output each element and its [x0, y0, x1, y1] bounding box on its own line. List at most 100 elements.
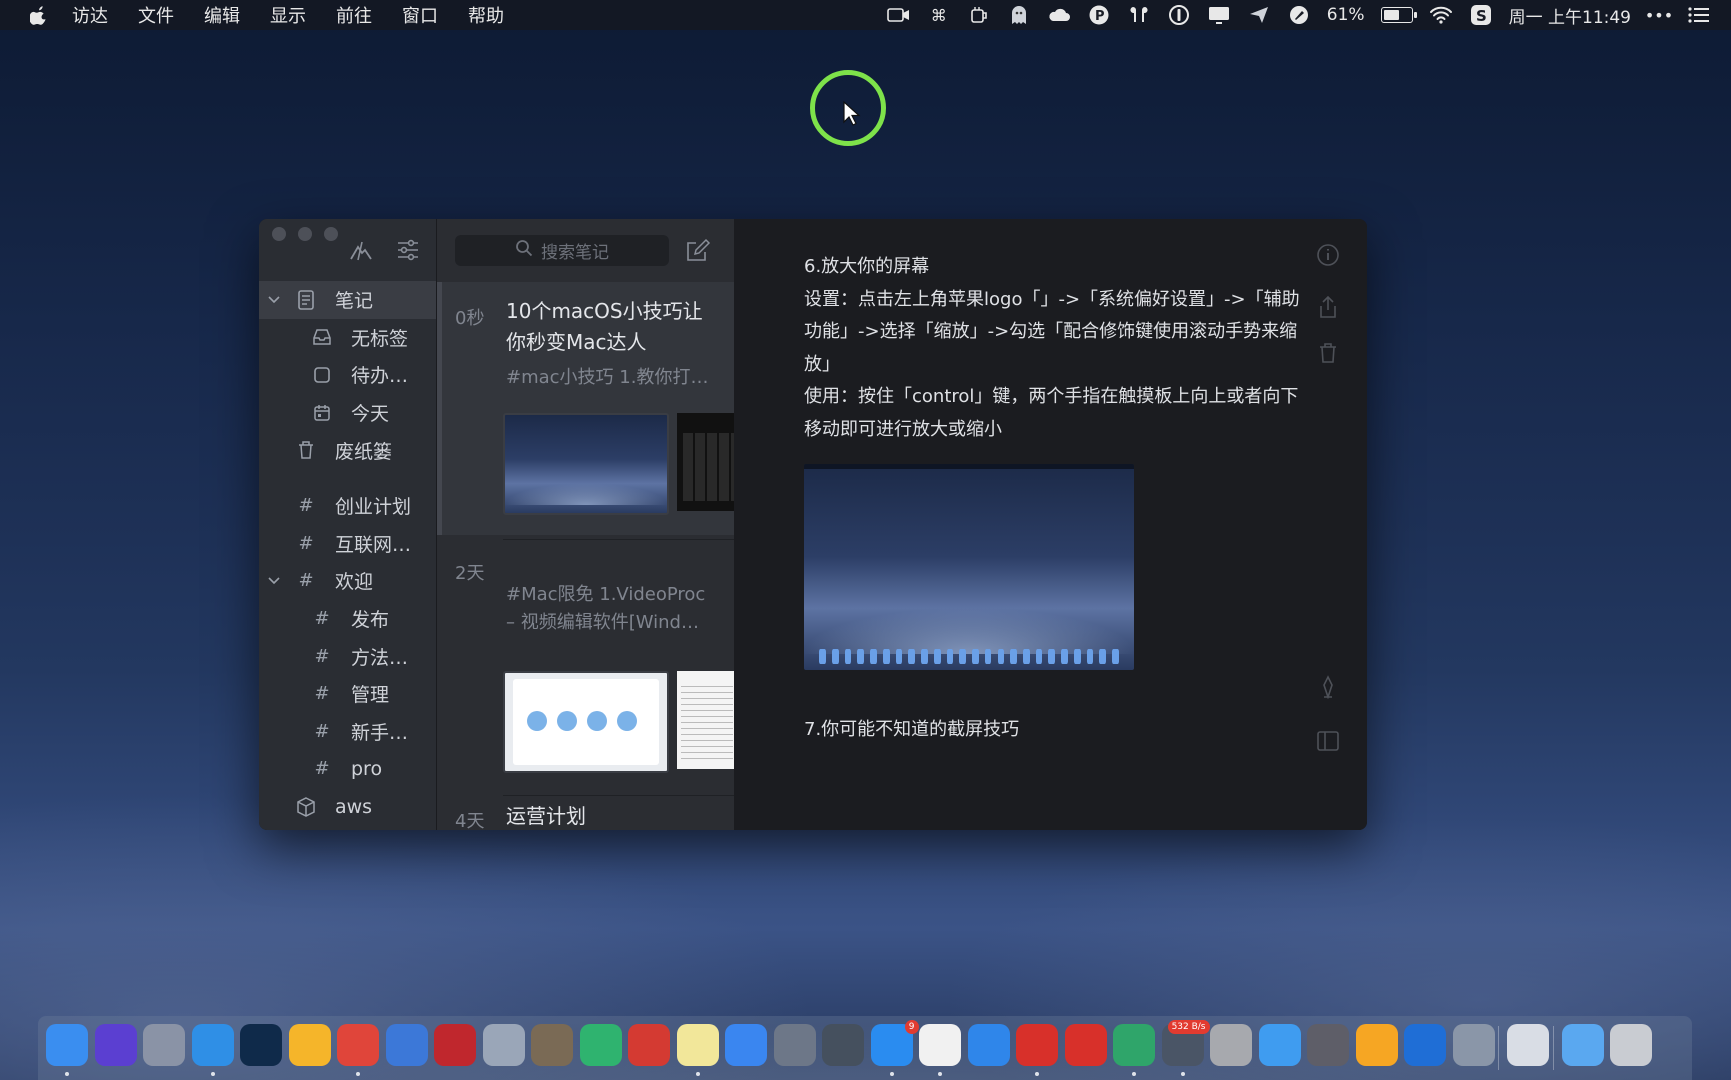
list-icon[interactable] [1687, 5, 1711, 25]
dock-finder-icon[interactable] [46, 1024, 88, 1066]
one-password-icon[interactable] [1167, 5, 1191, 25]
apple-icon[interactable] [28, 4, 50, 26]
dock-bear-app-icon[interactable] [1355, 1024, 1398, 1066]
menu-window[interactable]: 窗口 [402, 2, 438, 28]
menu-finder[interactable]: 访达 [72, 2, 108, 28]
dock-package-icon[interactable] [531, 1024, 573, 1066]
note-card[interactable]: 4天 运营计划 [437, 797, 734, 830]
editor-body[interactable]: 6.放大你的屏幕 设置：点击左上角苹果logo「」->「系统偏好设置」->「辅助… [804, 251, 1304, 446]
trash-icon[interactable] [1316, 341, 1340, 365]
minimize-button[interactable] [298, 227, 312, 241]
chevron-down-icon[interactable] [267, 293, 281, 307]
share-icon[interactable] [1316, 295, 1340, 319]
dock-launchpad-icon[interactable] [143, 1024, 185, 1066]
dock-infuse-icon[interactable] [579, 1024, 622, 1066]
dock-photoshop-icon[interactable] [240, 1024, 282, 1066]
cloud-icon[interactable] [1047, 5, 1071, 25]
dock-running-indicator [1132, 1072, 1136, 1076]
pen-icon[interactable] [1316, 675, 1340, 699]
bear-logo-icon[interactable] [348, 239, 374, 267]
sidebar-item-today[interactable]: 今天 [259, 394, 436, 432]
dock-safari-icon[interactable] [191, 1024, 234, 1066]
sidebar: 笔记 无标签 待办… 今天 废纸篓 # 创业计划 # 互联网… # 欢迎 # 发… [259, 219, 436, 830]
airpods-icon[interactable] [1127, 5, 1151, 25]
dock-bird-app-icon[interactable] [628, 1024, 670, 1066]
note-card[interactable]: 2天 #Mac限免 1.VideoProc – 视频编辑软件[Wind… [437, 541, 737, 791]
notification-monitor-icon[interactable] [1207, 5, 1231, 25]
dock-scanner-icon[interactable] [822, 1024, 864, 1066]
more-icon[interactable]: ••• [1645, 5, 1673, 25]
sidebar-item-tag-method[interactable]: # 方法… [259, 637, 436, 675]
dock-filezilla-icon[interactable] [434, 1024, 476, 1066]
menu-edit[interactable]: 编辑 [204, 2, 240, 28]
dock-baidu-netdisk-icon[interactable] [725, 1024, 767, 1066]
hash-icon: # [314, 758, 330, 780]
sidebar-item-trash[interactable]: 废纸篓 [259, 431, 436, 469]
dock-mail-cn-icon[interactable] [1016, 1024, 1058, 1066]
video-camera-icon[interactable] [886, 5, 911, 25]
dock-chrome-canary-icon[interactable] [385, 1024, 428, 1066]
filter-settings-icon[interactable] [396, 239, 420, 267]
ghost-icon[interactable] [1007, 5, 1031, 25]
sidebar-item-tag-internet[interactable]: # 互联网… [259, 525, 436, 563]
clock[interactable]: 周一 上午11:49 [1509, 3, 1631, 28]
sidebar-item-tag-aws[interactable]: aws [259, 788, 436, 826]
note-card[interactable]: 0秒 10个macOS小技巧让你秒变Mac达人 #mac小技巧 1.教你打… [437, 282, 737, 535]
menu-help[interactable]: 帮助 [468, 2, 504, 28]
wifi-icon[interactable] [1429, 5, 1453, 25]
command-icon[interactable]: ⌘ [927, 5, 951, 25]
sidebar-item-untagged[interactable]: 无标签 [259, 319, 436, 357]
dock-folder-icon[interactable] [1561, 1024, 1604, 1066]
sidebar-toggle-icon[interactable] [1316, 729, 1340, 753]
dock-preview-icon[interactable] [482, 1024, 525, 1066]
dock-quicktime-icon[interactable] [1404, 1024, 1446, 1066]
info-icon[interactable] [1316, 243, 1340, 267]
dock-sketch-icon[interactable] [288, 1024, 331, 1066]
sidebar-item-tag-manage[interactable]: # 管理 [259, 675, 436, 713]
note-title: 运营计划 [506, 804, 586, 828]
sidebar-item-todo[interactable]: 待办… [259, 356, 436, 394]
dock-archive-utility-icon[interactable] [1210, 1024, 1252, 1066]
sidebar-item-tag-welcome[interactable]: # 欢迎 [259, 562, 436, 600]
battery-icon[interactable] [1380, 7, 1417, 23]
dock-app-store-icon[interactable]: 9 [870, 1020, 919, 1066]
sidebar-item-tag-beginner[interactable]: # 新手… [259, 713, 436, 751]
dock-messages-icon[interactable] [1258, 1024, 1301, 1066]
inbox-icon [311, 326, 333, 348]
dock-istat-menus-icon[interactable]: 532 B/s [1161, 1020, 1210, 1066]
dock-netease-music-icon[interactable] [1064, 1024, 1107, 1066]
dock-siri-icon[interactable] [94, 1024, 137, 1066]
close-button[interactable] [272, 227, 286, 241]
note-editor[interactable]: 6.放大你的屏幕 设置：点击左上角苹果logo「」->「系统偏好设置」->「辅助… [734, 219, 1367, 830]
zoom-button[interactable] [324, 227, 338, 241]
dock-qq-icon[interactable] [919, 1024, 961, 1066]
sidebar-item-label: 方法… [351, 646, 409, 669]
dock-system-prefs-icon[interactable] [773, 1024, 816, 1066]
dock-photo-booth-icon[interactable] [1307, 1024, 1349, 1066]
p-circle-icon[interactable]: P [1087, 5, 1111, 25]
dock-icloud-icon[interactable] [967, 1024, 1010, 1066]
search-input[interactable]: 搜索笔记 [455, 235, 669, 266]
menu-view[interactable]: 显示 [270, 2, 306, 28]
sidebar-item-notes[interactable]: 笔记 [259, 281, 436, 319]
paper-plane-icon[interactable] [1247, 5, 1271, 25]
dock-trash-icon[interactable] [1610, 1024, 1652, 1066]
dock-notes-icon[interactable] [676, 1024, 719, 1066]
note-divider [503, 539, 734, 540]
s-app-icon[interactable]: S [1469, 5, 1493, 25]
dock-chrome-icon[interactable] [337, 1024, 379, 1066]
hash-icon: # [314, 608, 330, 630]
dock-rar-icon[interactable] [1507, 1024, 1549, 1066]
dock-atom-icon[interactable] [1113, 1024, 1155, 1066]
menu-go[interactable]: 前往 [336, 2, 372, 28]
menu-file[interactable]: 文件 [138, 2, 174, 28]
chevron-down-icon[interactable] [267, 574, 281, 588]
compose-note-icon[interactable] [684, 237, 712, 265]
sidebar-item-tag-startup[interactable]: # 创业计划 [259, 487, 436, 525]
sidebar-item-tag-publish[interactable]: # 发布 [259, 600, 436, 638]
embedded-screenshot[interactable] [804, 464, 1134, 670]
cup-icon[interactable] [967, 5, 991, 25]
drawing-app-icon[interactable] [1287, 5, 1311, 25]
sidebar-item-tag-pro[interactable]: # pro [259, 750, 436, 788]
dock-keyboard-app-icon[interactable] [1452, 1024, 1495, 1066]
